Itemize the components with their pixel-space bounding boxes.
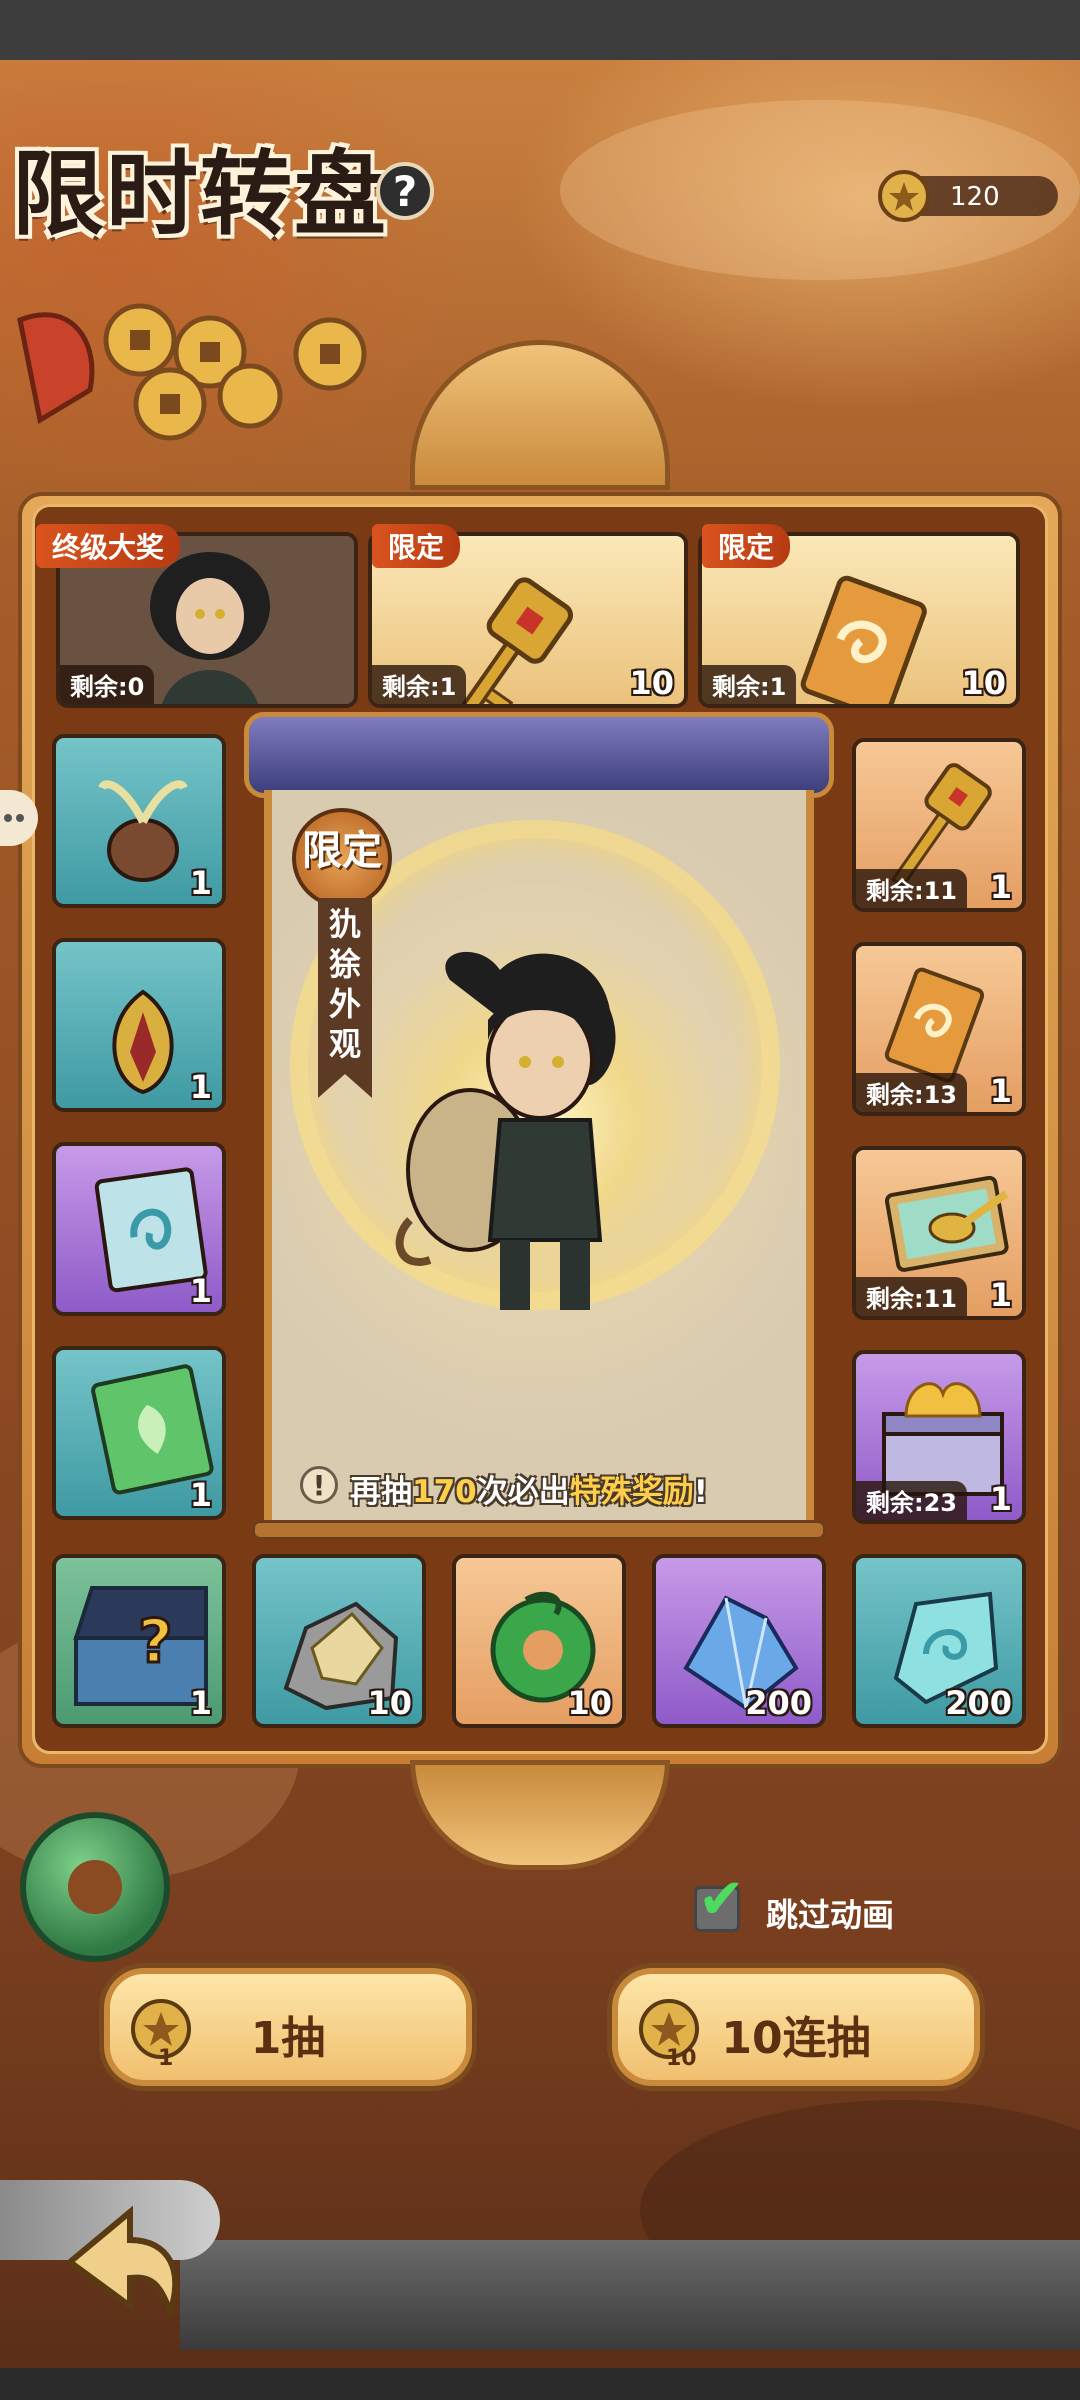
quantity-label: 1 <box>989 1072 1012 1110</box>
back-arrow-icon[interactable] <box>60 2202 190 2322</box>
ten-draw-label: 10连抽 <box>721 2013 871 2064</box>
prize-card-left-4[interactable]: 1 <box>52 1346 226 1520</box>
chat-bubble-tab[interactable] <box>0 790 38 846</box>
jade-hole <box>68 1860 122 1914</box>
skip-animation-label: 跳过动画 <box>766 1896 895 1934</box>
grand-prize-tag: 终级大奖 <box>36 524 181 568</box>
quantity-label: 200 <box>945 1684 1012 1722</box>
quantity-label: 1 <box>189 1684 212 1722</box>
prize-card-left-2[interactable]: 1 <box>52 938 226 1112</box>
quantity-label: 10 <box>567 1684 612 1722</box>
status-bar <box>0 0 1080 60</box>
quantity-label: 1 <box>189 864 212 902</box>
navigation-bar <box>0 2368 1080 2400</box>
help-button[interactable]: ? <box>376 162 434 220</box>
single-draw-button[interactable]: 1 1抽 <box>104 1968 472 2086</box>
stone-ledge-decoration <box>180 2240 1080 2350</box>
quantity-label: 1 <box>989 1480 1012 1518</box>
prize-card-right-2[interactable]: 剩余:13 1 <box>852 942 1026 1116</box>
question-icon: ? <box>392 166 418 216</box>
prize-card-bottom-2[interactable]: 10 <box>252 1554 426 1728</box>
prize-card-left-1[interactable]: 1 <box>52 734 226 908</box>
exclamation-icon: ! <box>300 1466 338 1504</box>
scroll-top-roller <box>244 712 834 798</box>
featured-character-image <box>395 951 616 1310</box>
prize-card-right-1[interactable]: 剩余:11 1 <box>852 738 1026 912</box>
remaining-count: 剩余:13 <box>856 1073 967 1112</box>
currency-value: 120 <box>950 182 1000 212</box>
remaining-count: 剩余:11 <box>856 1277 967 1316</box>
remaining-count: 剩余:1 <box>372 665 467 704</box>
quantity-label: 10 <box>629 664 674 702</box>
quantity-label: 1 <box>189 1068 212 1106</box>
quantity-label: 1 <box>989 1276 1012 1314</box>
prize-card-bottom-4[interactable]: 200 <box>652 1554 826 1728</box>
limited-badge-text: 限定 <box>302 827 382 874</box>
limited-tag: 限定 <box>372 524 461 568</box>
quantity-label: 200 <box>745 1684 812 1722</box>
remaining-count: 剩余:0 <box>60 665 155 704</box>
quantity-label: 10 <box>961 664 1006 702</box>
limited-tag: 限定 <box>702 524 791 568</box>
prize-card-bottom-3[interactable]: 10 <box>452 1554 626 1728</box>
scroll-bottom-roller <box>252 1520 826 1540</box>
svg-text:?: ? <box>138 1607 173 1677</box>
prize-card-bottom-1[interactable]: ? 1 <box>52 1554 226 1728</box>
checkmark-icon: ✔ <box>698 1867 745 1932</box>
single-draw-label: 1抽 <box>250 2013 326 2064</box>
remaining-count: 剩余:1 <box>702 665 797 704</box>
remaining-count: 剩余:23 <box>856 1481 967 1520</box>
prize-card-bottom-5[interactable]: 200 <box>852 1554 1026 1728</box>
quantity-label: 10 <box>367 1684 412 1722</box>
coin-icon <box>878 170 930 222</box>
pity-count: 170 <box>412 1474 477 1510</box>
remaining-count: 剩余:11 <box>856 869 967 908</box>
special-reward-text: 特殊奖励 <box>569 1474 694 1510</box>
coin-pile-decoration <box>17 303 367 441</box>
ten-draw-button[interactable]: 10 10连抽 <box>612 1968 980 2086</box>
quantity-label: 1 <box>189 1476 212 1514</box>
quantity-label: 1 <box>989 868 1012 906</box>
skin-name-label: 犰狳外观 <box>328 905 361 1063</box>
pity-notice: 再抽170次必出特殊奖励! <box>350 1474 708 1510</box>
quantity-label: 1 <box>189 1272 212 1310</box>
page-title: 限时转盘 <box>12 140 389 248</box>
prize-card-right-4[interactable]: 剩余:23 1 <box>852 1350 1026 1524</box>
prize-card-right-3[interactable]: 剩余:11 1 <box>852 1146 1026 1320</box>
prize-card-left-3[interactable]: 1 <box>52 1142 226 1316</box>
